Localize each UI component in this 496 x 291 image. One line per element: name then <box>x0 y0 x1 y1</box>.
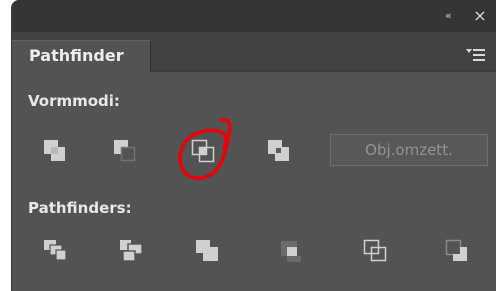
divide-icon <box>44 240 67 261</box>
panel-titlebar: « × <box>12 0 496 32</box>
screenshot-page: « × Pathfinder Vormmodi: Obj.omzett. Pat… <box>0 0 496 291</box>
exclude-button[interactable] <box>264 136 294 166</box>
panel-menu-icon[interactable] <box>466 47 487 63</box>
minus-front-icon <box>114 140 136 162</box>
minus-back-icon <box>445 239 467 261</box>
unite-button[interactable] <box>40 136 70 166</box>
exclude-icon <box>268 140 289 161</box>
unite-icon <box>44 140 65 161</box>
trim-button[interactable] <box>116 236 146 266</box>
trim-icon <box>120 240 143 262</box>
minus-front-button[interactable] <box>110 136 140 166</box>
shape-modes-label: Vormmodi: <box>28 92 120 110</box>
crop-button[interactable] <box>276 236 306 266</box>
panel-tabbar: Pathfinder <box>12 32 496 72</box>
crop-icon <box>281 241 301 262</box>
outline-button[interactable] <box>360 236 390 266</box>
minus-back-button[interactable] <box>442 236 472 266</box>
pathfinders-label: Pathfinders: <box>28 199 132 217</box>
merge-button[interactable] <box>192 236 222 266</box>
tab-pathfinder[interactable]: Pathfinder <box>12 40 151 72</box>
merge-icon <box>196 240 218 261</box>
intersect-button[interactable] <box>188 136 218 166</box>
pathfinder-panel: « × Pathfinder Vormmodi: Obj.omzett. Pat… <box>11 0 496 291</box>
outline-icon <box>363 239 387 262</box>
intersect-icon <box>191 139 215 163</box>
divide-button[interactable] <box>40 236 70 266</box>
close-icon[interactable]: × <box>473 7 487 25</box>
expand-button[interactable]: Obj.omzett. <box>330 134 488 166</box>
collapse-icon[interactable]: « <box>445 10 459 22</box>
